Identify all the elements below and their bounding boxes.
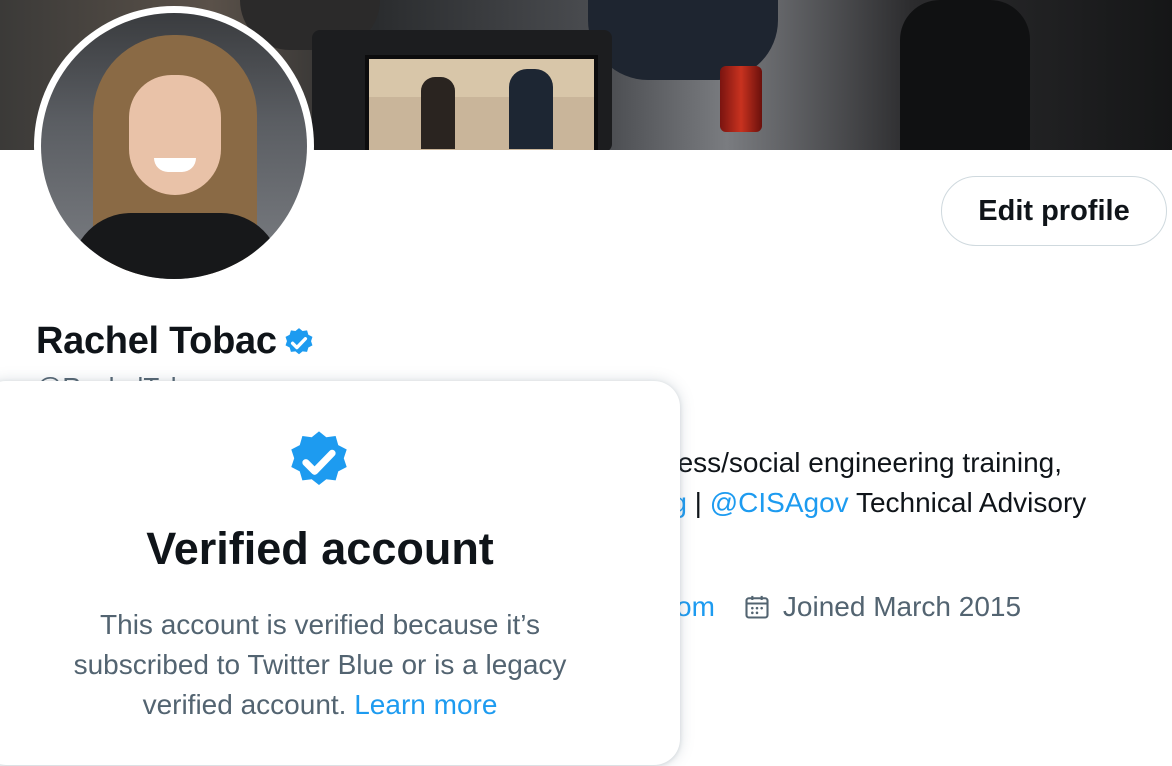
popup-body: This account is verified because it’s su… [40,605,600,725]
edit-profile-button[interactable]: Edit profile [941,176,1167,246]
banner-camera-monitor [365,55,598,150]
banner-tripod [900,0,1030,150]
banner-photo-element [720,66,762,132]
bio-text: Technical Advisory [848,487,1087,518]
profile-name: Rachel Tobac [36,320,277,362]
avatar[interactable] [34,6,314,286]
popup-title: Verified account [146,523,494,574]
verified-badge-icon[interactable] [282,326,316,360]
profile-meta: com Joined March 2015 [662,591,1021,623]
profile-name-row: Rachel Tobac [36,320,316,363]
verified-account-popup: Verified account This account is verifie… [0,381,680,765]
bio-separator: | [686,487,710,518]
joined-date: Joined March 2015 [782,591,1022,622]
calendar-icon [745,595,769,619]
learn-more-link[interactable]: Learn more [354,689,497,720]
profile-bio-line: ness/social engineering training, [662,447,1063,478]
bio-mention-cisagov[interactable]: @CISAgov [710,487,849,518]
verified-badge-icon [291,431,347,486]
profile-bio-line: rg | @CISAgov Technical Advisory [662,487,1086,519]
